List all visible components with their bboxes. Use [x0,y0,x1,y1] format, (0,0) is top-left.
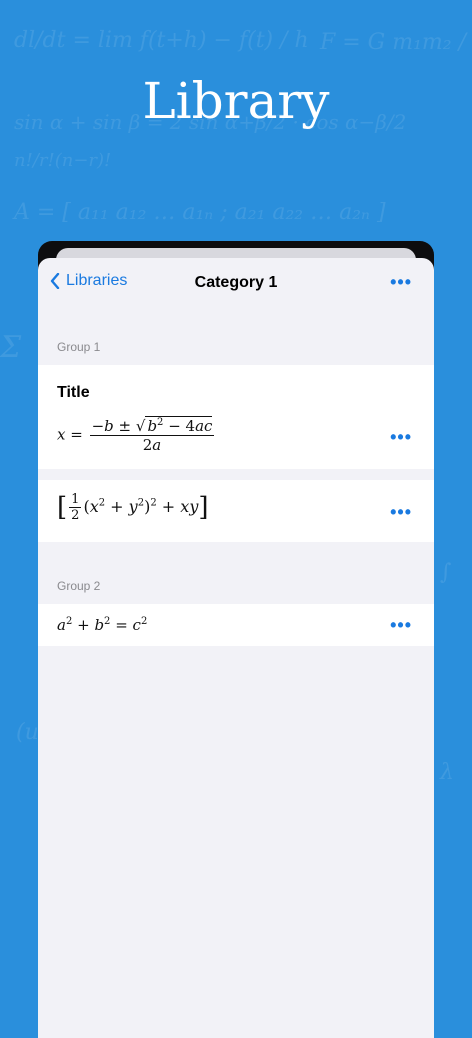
formula-title: Title [57,384,90,401]
formula-row[interactable]: a2 + b2 = c2 ••• [38,604,434,646]
formula-quadratic: x = −b ± √ b2 − 4ac 2a [57,416,215,454]
row-more-button[interactable]: ••• [390,615,412,636]
library-sheet: Libraries Category 1 ••• Group 1 Title x… [38,258,434,1038]
more-options-button[interactable]: ••• [390,272,412,293]
group-header: Group 2 [57,579,101,593]
navigation-bar: Libraries Category 1 ••• [38,258,434,310]
row-more-button[interactable]: ••• [390,502,412,523]
group-header: Group 1 [57,340,101,354]
formula-bracket: [1 2 (x2 + y2)2 + xy] [57,492,209,523]
row-more-button[interactable]: ••• [390,427,412,448]
hero-title: Library [142,72,330,130]
formula-row[interactable]: Title x = −b ± √ b2 − 4ac 2a ••• [38,365,434,469]
page-title: Category 1 [194,274,278,291]
formula-row[interactable]: [1 2 (x2 + y2)2 + xy] ••• [38,480,434,542]
formula-pythagorean: a2 + b2 = c2 [57,616,148,634]
